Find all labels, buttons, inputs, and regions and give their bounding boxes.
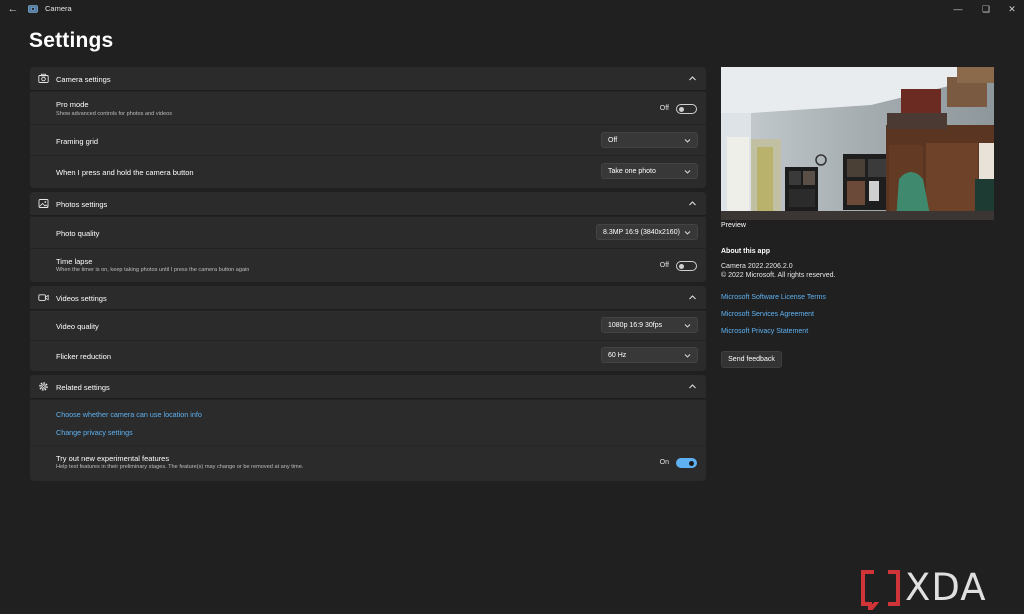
flicker-reduction-row: Flicker reduction 60 Hz xyxy=(30,340,706,370)
related-settings-title: Related settings xyxy=(56,383,110,392)
flicker-reduction-label: Flicker reduction xyxy=(56,352,112,361)
privacy-settings-link[interactable]: Change privacy settings xyxy=(56,428,133,437)
photo-quality-label: Photo quality xyxy=(56,229,100,238)
framing-grid-label: Framing grid xyxy=(56,137,99,146)
camera-preview xyxy=(721,67,994,220)
time-lapse-label: Time lapse xyxy=(56,257,93,266)
chevron-down-icon xyxy=(684,354,691,358)
experimental-toggle[interactable] xyxy=(676,458,697,468)
chevron-down-icon xyxy=(684,324,691,328)
videos-settings-header[interactable]: Videos settings xyxy=(30,286,706,310)
camera-settings-header[interactable]: Camera settings xyxy=(30,67,706,91)
chevron-up-icon[interactable] xyxy=(688,382,697,391)
photos-settings-header[interactable]: Photos settings xyxy=(30,192,706,216)
experimental-description: Help test features in their preliminary … xyxy=(56,464,304,470)
experimental-label: Try out new experimental features xyxy=(56,454,170,463)
videos-settings-panel: Videos settings Video quality 1080p 16:9… xyxy=(30,286,706,371)
flicker-reduction-value: 60 Hz xyxy=(608,352,627,359)
press-hold-value: Take one photo xyxy=(608,168,656,175)
about-title: About this app xyxy=(721,248,770,255)
related-settings-header[interactable]: Related settings xyxy=(30,375,706,399)
toggle-knob xyxy=(679,263,684,269)
back-arrow-icon[interactable]: ← xyxy=(6,2,20,16)
pro-mode-toggle[interactable] xyxy=(676,104,697,114)
toggle-knob xyxy=(689,460,694,466)
photo-quality-dropdown[interactable]: 8.3MP 16:9 (3840x2160) xyxy=(596,224,698,240)
experimental-state: On xyxy=(659,459,669,466)
privacy-statement-link[interactable]: Microsoft Privacy Statement xyxy=(721,328,808,335)
chevron-down-icon xyxy=(684,170,691,174)
photo-quality-row: Photo quality 8.3MP 16:9 (3840x2160) xyxy=(30,216,706,248)
photo-quality-value: 8.3MP 16:9 (3840x2160) xyxy=(603,229,680,236)
chevron-up-icon[interactable] xyxy=(688,199,697,208)
photos-settings-panel: Photos settings Photo quality 8.3MP 16:9… xyxy=(30,192,706,282)
framing-grid-value: Off xyxy=(608,137,618,144)
preview-label: Preview xyxy=(721,222,746,229)
time-lapse-row: Time lapse When the timer is on, keep ta… xyxy=(30,248,706,281)
minimize-icon[interactable]: — xyxy=(950,1,966,17)
time-lapse-state: Off xyxy=(659,262,669,269)
time-lapse-toggle[interactable] xyxy=(676,261,697,271)
camera-app-icon xyxy=(28,5,38,13)
press-hold-dropdown[interactable]: Take one photo xyxy=(601,163,698,179)
pro-mode-label: Pro mode xyxy=(56,100,89,109)
chevron-down-icon xyxy=(684,139,691,143)
send-feedback-button[interactable]: Send feedback xyxy=(721,351,782,368)
video-quality-value: 1080p 16:9 30fps xyxy=(608,322,663,329)
camera-settings-title: Camera settings xyxy=(56,75,111,84)
room-scene-image xyxy=(721,67,994,220)
window-title: Camera xyxy=(45,4,72,13)
chevron-down-icon xyxy=(684,231,691,235)
videos-settings-title: Videos settings xyxy=(56,294,107,303)
toggle-knob xyxy=(679,106,684,112)
related-links-row: Choose whether camera can use location i… xyxy=(30,399,706,445)
photos-settings-title: Photos settings xyxy=(56,200,108,209)
flicker-reduction-dropdown[interactable]: 60 Hz xyxy=(601,347,698,363)
chevron-up-icon[interactable] xyxy=(688,74,697,83)
image-icon xyxy=(38,199,49,208)
related-settings-panel: Related settings Choose whether camera c… xyxy=(30,375,706,481)
time-lapse-toggle-group: Off xyxy=(637,261,697,271)
pro-mode-row: Pro mode Show advanced controls for phot… xyxy=(30,91,706,124)
xda-watermark-text: XDA xyxy=(905,566,987,609)
pro-mode-description: Show advanced controls for photos and vi… xyxy=(56,111,172,117)
video-quality-dropdown[interactable]: 1080p 16:9 30fps xyxy=(601,317,698,333)
license-terms-link[interactable]: Microsoft Software License Terms xyxy=(721,294,826,301)
gear-icon xyxy=(39,382,48,391)
video-quality-label: Video quality xyxy=(56,322,99,331)
close-icon[interactable]: ✕ xyxy=(1004,1,1020,17)
title-bar: ← Camera — ❏ ✕ xyxy=(0,0,1024,18)
press-hold-row: When I press and hold the camera button … xyxy=(30,155,706,186)
location-info-link[interactable]: Choose whether camera can use location i… xyxy=(56,410,202,419)
video-quality-row: Video quality 1080p 16:9 30fps xyxy=(30,310,706,340)
press-hold-label: When I press and hold the camera button xyxy=(56,168,194,177)
copyright-text: © 2022 Microsoft. All rights reserved. xyxy=(721,272,836,279)
services-agreement-link[interactable]: Microsoft Services Agreement xyxy=(721,311,814,318)
framing-grid-row: Framing grid Off xyxy=(30,124,706,155)
page-title: Settings xyxy=(29,29,114,52)
video-camera-icon xyxy=(38,294,49,301)
experimental-toggle-group: On xyxy=(637,458,697,468)
camera-settings-panel: Camera settings Pro mode Show advanced c… xyxy=(30,67,706,188)
chevron-up-icon[interactable] xyxy=(688,293,697,302)
time-lapse-description: When the timer is on, keep taking photos… xyxy=(56,267,250,273)
camera-icon xyxy=(38,73,49,83)
framing-grid-dropdown[interactable]: Off xyxy=(601,132,698,148)
app-version: Camera 2022.2206.2.0 xyxy=(721,263,793,270)
pro-mode-toggle-group: Off xyxy=(637,104,697,114)
experimental-row: Try out new experimental features Help t… xyxy=(30,445,706,480)
maximize-icon[interactable]: ❏ xyxy=(978,1,994,17)
pro-mode-state: Off xyxy=(659,105,669,112)
